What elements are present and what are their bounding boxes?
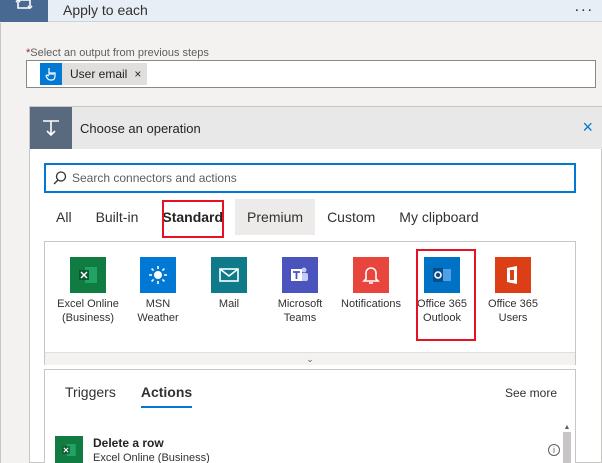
actions-panel: Triggers Actions See more Delete a row E… <box>44 369 576 463</box>
connector-label: Notifications <box>341 298 401 310</box>
tab-custom[interactable]: Custom <box>315 199 387 235</box>
connector-excel-online[interactable]: Excel Online (Business) <box>52 257 124 325</box>
output-field[interactable]: User email × <box>26 60 596 88</box>
tab-actions[interactable]: Actions <box>140 384 193 408</box>
connector-microsoft-teams[interactable]: Microsoft Teams <box>264 257 336 325</box>
dynamic-content-token[interactable]: User email × <box>40 63 148 85</box>
office-icon <box>495 257 531 293</box>
connector-office-365-outlook[interactable]: Office 365 Outlook <box>406 257 478 325</box>
bell-icon <box>353 257 389 293</box>
info-icon[interactable]: i <box>548 444 560 456</box>
connector-tabs: All Built-in Standard Premium Custom My … <box>44 199 491 235</box>
operation-icon <box>30 107 72 149</box>
tab-triggers[interactable]: Triggers <box>65 384 116 408</box>
trigger-action-tabs: Triggers Actions <box>65 384 217 408</box>
mail-icon <box>211 257 247 293</box>
connector-office-365-users[interactable]: Office 365 Users <box>477 257 549 325</box>
connector-label: Office 365 Outlook <box>417 298 467 324</box>
connector-mail[interactable]: Mail <box>193 257 265 311</box>
outlook-icon <box>424 257 460 293</box>
hand-pointer-icon <box>40 63 62 85</box>
connector-label: MSN Weather <box>137 298 179 324</box>
scrollbar[interactable] <box>563 432 571 463</box>
see-more-link[interactable]: See more <box>505 386 557 400</box>
tab-built-in[interactable]: Built-in <box>84 199 151 235</box>
close-icon[interactable]: × <box>582 117 593 138</box>
choose-operation-header: Choose an operation × <box>30 107 602 149</box>
tab-all[interactable]: All <box>44 199 84 235</box>
excel-icon <box>55 436 83 463</box>
tab-my-clipboard[interactable]: My clipboard <box>387 199 490 235</box>
action-connector-name: Excel Online (Business) <box>93 452 210 463</box>
scroll-up-icon[interactable]: ▲ <box>563 424 571 432</box>
search-input[interactable] <box>72 169 562 187</box>
choose-operation-title: Choose an operation <box>80 121 201 136</box>
connector-label: Microsoft Teams <box>277 298 323 324</box>
output-field-label: *Select an output from previous steps <box>26 47 209 59</box>
action-title: Delete a row <box>93 436 164 450</box>
token-label: User email <box>70 67 128 81</box>
choose-operation-card: Choose an operation × All Built-in Stand… <box>29 106 602 463</box>
loop-icon <box>0 0 48 22</box>
remove-token-icon[interactable]: × <box>134 67 141 81</box>
connector-notifications[interactable]: Notifications <box>335 257 407 311</box>
expand-connectors-button[interactable]: ⌄ <box>45 352 575 365</box>
search-icon <box>53 171 67 185</box>
connector-grid: Excel Online (Business) MSN Weather Mail M… <box>44 241 576 365</box>
connector-label: Excel Online (Business) <box>57 298 119 324</box>
chevron-down-icon: ⌄ <box>306 353 314 364</box>
connector-label: Office 365 Users <box>488 298 538 324</box>
output-field-label-text: Select an output from previous steps <box>30 47 209 59</box>
action-item-delete-a-row[interactable]: Delete a row Excel Online (Business) i <box>55 434 570 463</box>
weather-icon <box>140 257 176 293</box>
connector-label: Mail <box>218 298 240 310</box>
connector-msn-weather[interactable]: MSN Weather <box>122 257 194 325</box>
search-box[interactable] <box>44 163 576 193</box>
more-options-icon[interactable]: ... <box>575 0 594 16</box>
tab-premium[interactable]: Premium <box>235 199 316 235</box>
excel-icon <box>70 257 106 293</box>
apply-to-each-header[interactable]: Apply to each ... <box>0 0 602 22</box>
teams-icon <box>282 257 318 293</box>
tab-standard[interactable]: Standard <box>150 199 235 235</box>
apply-to-each-title: Apply to each <box>63 2 148 18</box>
